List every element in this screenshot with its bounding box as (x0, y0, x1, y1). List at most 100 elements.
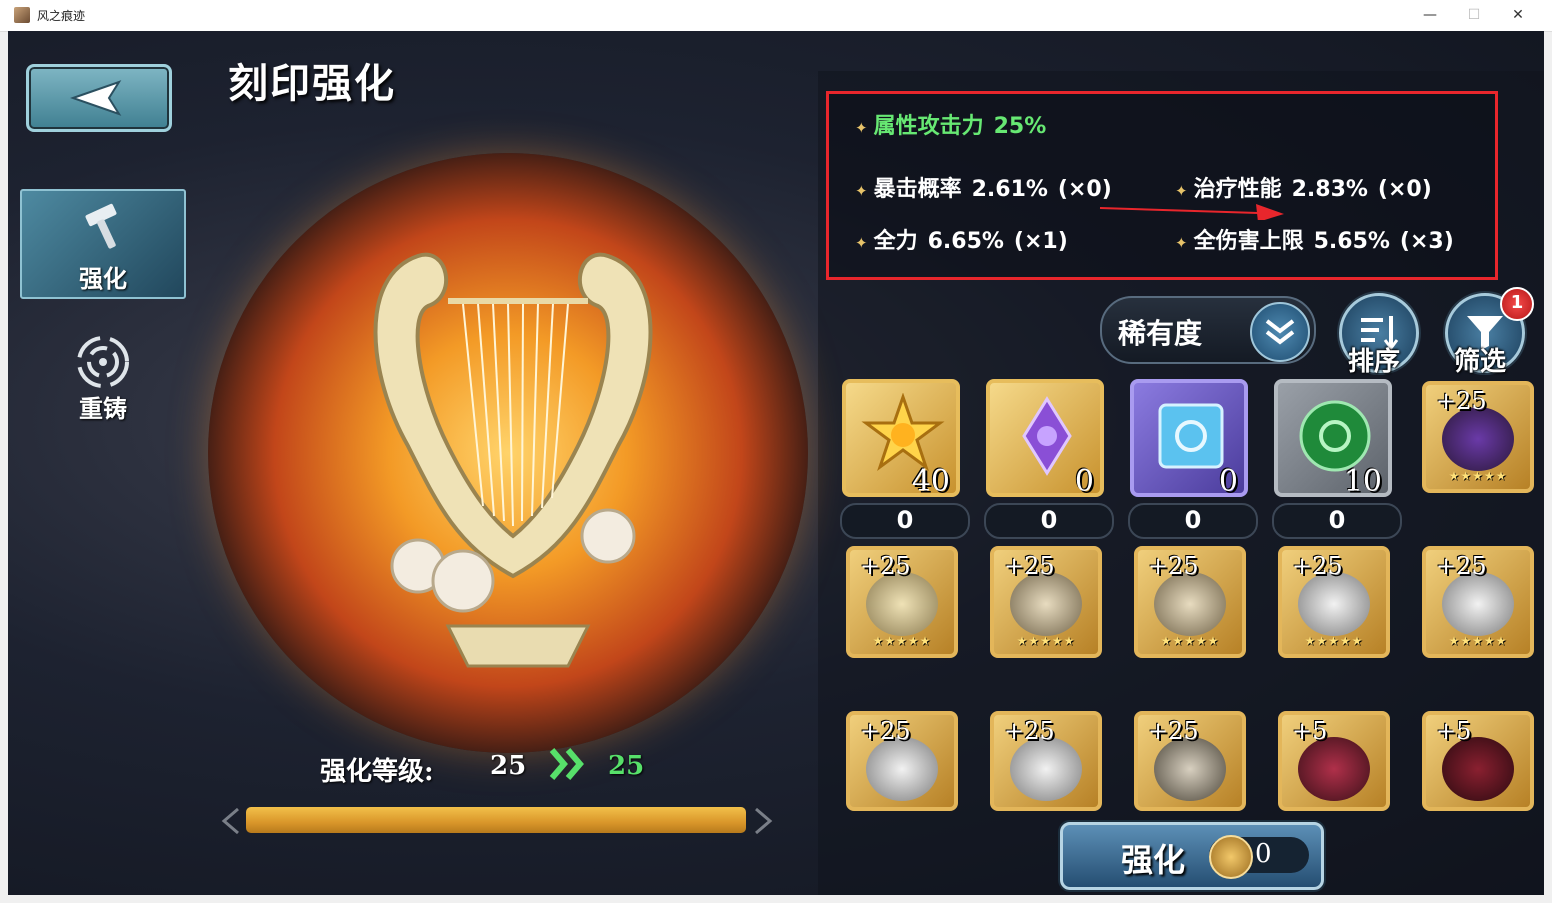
item-slot[interactable]: +5 (1278, 711, 1390, 811)
item-plus-level: +25 (1436, 552, 1487, 580)
upgrade-button[interactable]: 强化 0 (1060, 822, 1324, 890)
white-dragon-icon (1298, 572, 1370, 636)
item-slot[interactable]: +25 ★★★★★ (1422, 546, 1534, 658)
back-button[interactable] (26, 64, 172, 132)
gold-star-material[interactable]: 40 (842, 379, 960, 499)
lyre-icon (373, 252, 653, 668)
progress-fill (246, 807, 746, 833)
game-viewport: 刻印强化 强化 重铸 强化等级: 25 25 ✦ 属性攻击力 25% ✦ 暴击概… (8, 31, 1544, 895)
material-owned-count: 10 (1343, 464, 1382, 499)
sub-stat: ✦ 全伤害上限 5.65% (×3) (1175, 223, 1454, 255)
hammer-icon (85, 203, 117, 249)
sort-label: 排序 (1348, 347, 1401, 377)
sub-stat-name: 全伤害上限 (1193, 229, 1304, 254)
sub-stat-value: 2.83% (1291, 177, 1368, 202)
upgrade-level-target: 25 (608, 751, 645, 781)
nav-upgrade-tab[interactable]: 强化 (20, 189, 186, 299)
level-progress-bar (218, 801, 778, 841)
material-owned-count: 0 (1218, 464, 1238, 499)
sub-stat-name: 暴击概率 (873, 177, 962, 202)
item-slot[interactable]: +25 (1134, 711, 1246, 811)
material-selected-count[interactable]: 0 (840, 503, 970, 539)
item-star-rating: ★★★★★ (1304, 634, 1364, 648)
item-slot[interactable]: +25 (990, 711, 1102, 811)
item-slot[interactable]: +5 (1422, 711, 1534, 811)
ornate-ring-icon (1010, 572, 1082, 636)
lyre-item-icon (866, 572, 938, 636)
item-plus-level: +25 (1148, 552, 1199, 580)
double-chevron-right-icon (549, 748, 584, 780)
item-plus-level: +25 (1004, 552, 1055, 580)
sub-stat-name: 全力 (873, 229, 918, 254)
sub-stat: ✦ 暴击概率 2.61% (×0) (855, 171, 1112, 203)
minimize-button[interactable]: — (1408, 2, 1452, 28)
item-star-rating: ★★★★★ (1160, 634, 1220, 648)
blue-cube-material[interactable]: 0 (1130, 379, 1248, 499)
dark-emblem-icon (1442, 407, 1514, 471)
dark-dragon-icon (1442, 737, 1514, 801)
item-slot[interactable]: +25 ★★★★★ (1422, 381, 1534, 493)
material-owned-count: 40 (911, 464, 950, 499)
item-slot[interactable]: +25 ★★★★★ (1278, 546, 1390, 658)
upgrade-button-label: 强化 (1121, 841, 1186, 879)
main-stat-value: 25% (993, 114, 1047, 139)
item-plus-level: +25 (1148, 717, 1199, 745)
double-chevron-down-icon (1265, 319, 1295, 345)
maximize-button[interactable]: ☐ (1452, 2, 1496, 28)
sub-stat-value: 5.65% (1313, 229, 1390, 254)
main-stat-name: 属性攻击力 (873, 114, 984, 139)
upgrade-cost: 0 (1209, 835, 1309, 879)
item-plus-level: +25 (860, 552, 911, 580)
upgrade-level-current: 25 (490, 751, 527, 781)
nav-recast-tab[interactable]: 重铸 (48, 331, 158, 431)
material-selected-count[interactable]: 0 (1128, 503, 1258, 539)
item-star-rating: ★★★★★ (1448, 469, 1508, 483)
filter-count-badge: 1 (1500, 287, 1534, 321)
page-title: 刻印强化 (228, 60, 396, 107)
red-dragon-icon (1298, 737, 1370, 801)
sub-stat-multiplier: (×1) (1013, 229, 1068, 254)
item-slot[interactable]: +25 ★★★★★ (990, 546, 1102, 658)
back-arrow-icon (69, 80, 122, 116)
chevron-right-icon (755, 807, 773, 835)
white-dragon-icon (866, 737, 938, 801)
item-slot[interactable]: +25 ★★★★★ (1134, 546, 1246, 658)
purple-gem-material[interactable]: 0 (986, 379, 1104, 499)
sub-stat-multiplier: (×3) (1399, 229, 1454, 254)
item-slot[interactable]: +25 ★★★★★ (846, 546, 958, 658)
diamond-bullet-icon: ✦ (855, 119, 868, 137)
item-plus-level: +25 (1292, 552, 1343, 580)
diamond-bullet-icon: ✦ (855, 182, 868, 200)
item-slot[interactable]: +25 (846, 711, 958, 811)
upgrade-cost-value: 0 (1255, 839, 1272, 869)
chevron-left-icon (221, 807, 239, 835)
upgrade-level-label: 强化等级: (320, 757, 434, 787)
material-selected-count[interactable]: 0 (984, 503, 1114, 539)
coin-icon (1209, 835, 1253, 879)
sub-stat-multiplier: (×0) (1377, 177, 1432, 202)
window-titlebar: 风之痕迹 — ☐ ✕ (0, 0, 1552, 32)
item-star-rating: ★★★★★ (1448, 634, 1508, 648)
rarity-toggle-button[interactable] (1250, 302, 1310, 362)
armored-knight-icon (1154, 737, 1226, 801)
white-dragon-icon (1010, 737, 1082, 801)
main-stat: ✦ 属性攻击力 25% (855, 108, 1046, 140)
sub-stat: ✦ 全力 6.65% (×1) (855, 223, 1068, 255)
material-owned-count: 0 (1074, 464, 1094, 499)
app-icon (14, 7, 30, 23)
rarity-dropdown-label: 稀有度 (1118, 317, 1203, 350)
material-selected-count[interactable]: 0 (1272, 503, 1402, 539)
close-button[interactable]: ✕ (1496, 2, 1540, 28)
nav-upgrade-label: 强化 (79, 264, 127, 293)
item-star-rating: ★★★★★ (872, 634, 932, 648)
sub-stat-value: 6.65% (927, 229, 1004, 254)
filter-label: 筛选 (1454, 347, 1507, 377)
white-dragon-icon (1442, 572, 1514, 636)
green-orb-material[interactable]: 10 (1274, 379, 1392, 499)
item-plus-level: +25 (1436, 387, 1487, 415)
stats-panel: ✦ 属性攻击力 25% ✦ 暴击概率 2.61% (×0) ✦ 治疗性能 2.83% (×0) … (826, 91, 1498, 280)
item-star-rating: ★★★★★ (1016, 634, 1076, 648)
diamond-bullet-icon: ✦ (1175, 234, 1188, 252)
rarity-dropdown[interactable]: 稀有度 (1100, 296, 1316, 364)
annotation-arrow-icon (1099, 204, 1284, 220)
